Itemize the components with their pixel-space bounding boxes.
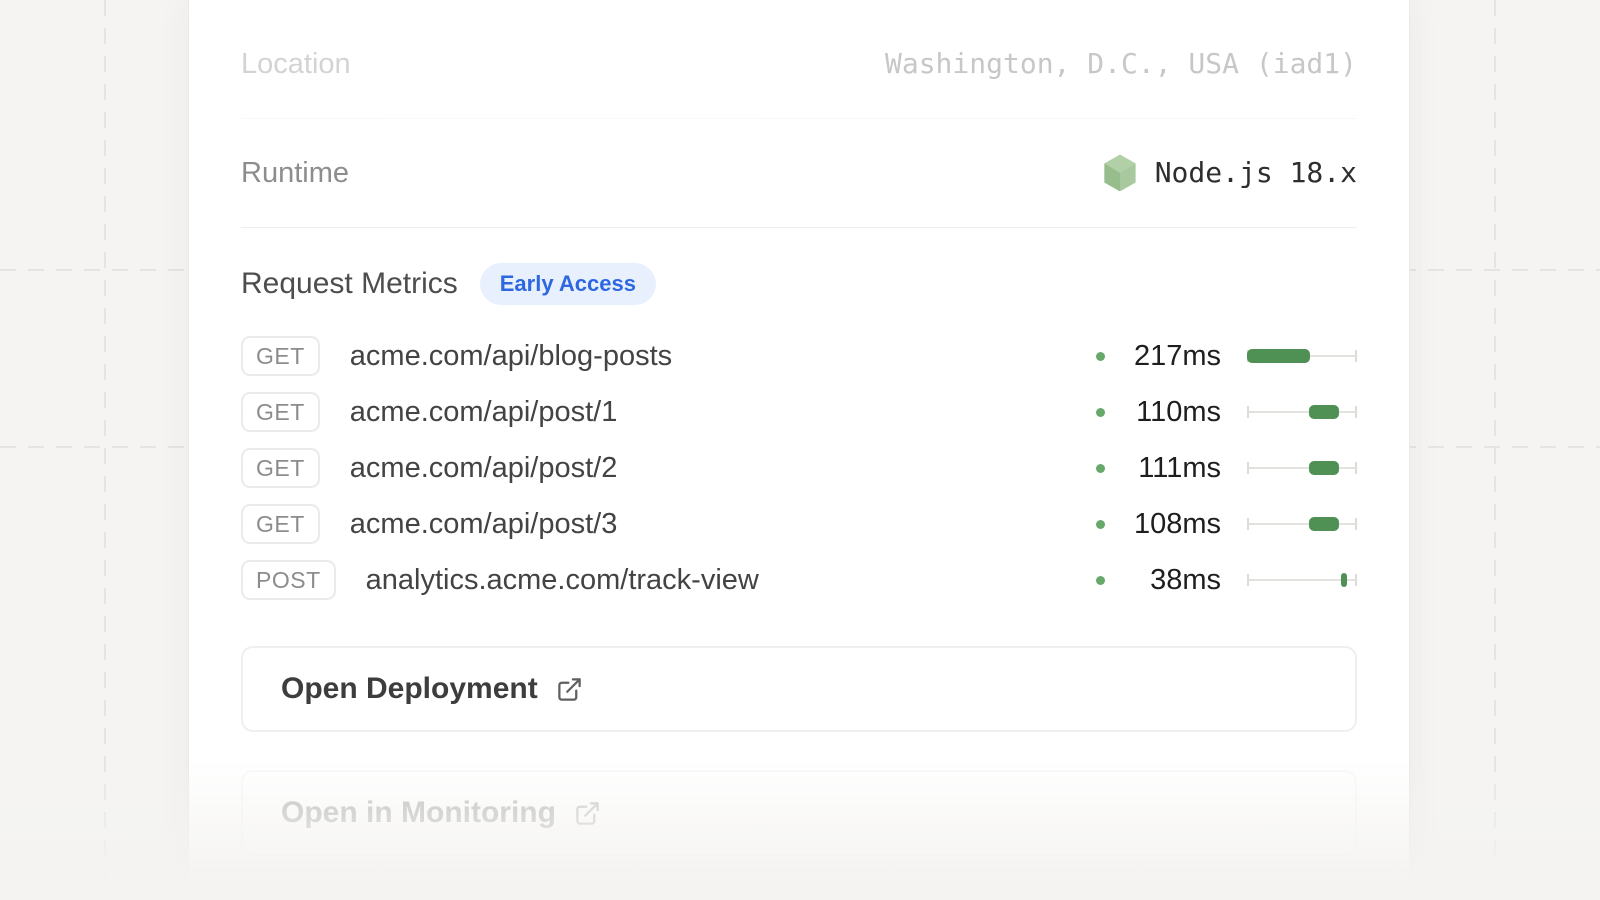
- request-url: acme.com/api/post/2: [350, 452, 618, 485]
- request-url: analytics.acme.com/track-view: [366, 564, 759, 597]
- timeline-bar: [1309, 517, 1340, 531]
- timeline-bar: [1341, 573, 1348, 587]
- request-timeline-track: [1247, 348, 1357, 364]
- timeline-bar: [1309, 461, 1340, 475]
- location-value: Washington, D.C., USA (iad1): [885, 42, 1357, 86]
- location-label: Location: [241, 42, 351, 86]
- method-badge: GET: [241, 448, 320, 488]
- request-metrics-title: Request Metrics: [241, 262, 458, 306]
- location-row: Location Washington, D.C., USA (iad1): [241, 10, 1357, 119]
- request-duration: 110ms: [1115, 396, 1221, 429]
- request-timeline-track: [1247, 404, 1357, 420]
- runtime-row: Runtime Node.js 18.x: [241, 119, 1357, 228]
- grid-line-vertical-left: [104, 0, 106, 900]
- request-url: acme.com/api/post/1: [350, 396, 618, 429]
- external-link-icon: [574, 800, 601, 827]
- track-start-tick: [1247, 518, 1249, 530]
- request-timeline-track: [1247, 572, 1357, 588]
- deployment-details-panel: Location Washington, D.C., USA (iad1) Ru…: [188, 0, 1410, 900]
- request-list: GET acme.com/api/blog-posts 217ms GET ac…: [241, 328, 1357, 608]
- external-link-icon: [556, 676, 583, 703]
- request-duration: 38ms: [1115, 564, 1221, 597]
- request-timing-group: 38ms: [1096, 564, 1357, 597]
- request-url: acme.com/api/post/3: [350, 508, 618, 541]
- status-dot: [1096, 352, 1105, 361]
- runtime-value-group: Node.js 18.x: [1103, 151, 1357, 195]
- open-in-monitoring-button[interactable]: Open in Monitoring: [241, 770, 1357, 856]
- status-dot: [1096, 520, 1105, 529]
- runtime-label: Runtime: [241, 151, 349, 195]
- timeline-bar: [1247, 349, 1310, 363]
- request-row[interactable]: POST analytics.acme.com/track-view 38ms: [241, 552, 1357, 608]
- method-badge: GET: [241, 392, 320, 432]
- request-timing-group: 108ms: [1096, 508, 1357, 541]
- status-dot: [1096, 464, 1105, 473]
- request-timing-group: 110ms: [1096, 396, 1357, 429]
- request-timeline-track: [1247, 516, 1357, 532]
- track-end-tick: [1355, 518, 1357, 530]
- track-start-tick: [1247, 574, 1249, 586]
- open-deployment-label: Open Deployment: [281, 672, 538, 706]
- request-row[interactable]: GET acme.com/api/post/2 111ms: [241, 440, 1357, 496]
- track-start-tick: [1247, 406, 1249, 418]
- track-end-tick: [1355, 406, 1357, 418]
- request-duration: 111ms: [1115, 452, 1221, 485]
- request-duration: 217ms: [1115, 340, 1221, 373]
- request-timing-group: 217ms: [1096, 340, 1357, 373]
- request-row[interactable]: GET acme.com/api/post/1 110ms: [241, 384, 1357, 440]
- runtime-value: Node.js 18.x: [1155, 151, 1357, 195]
- method-badge: GET: [241, 504, 320, 544]
- request-metrics-header: Request Metrics Early Access: [241, 262, 1357, 306]
- grid-line-vertical-right: [1494, 0, 1496, 900]
- open-in-monitoring-label: Open in Monitoring: [281, 796, 556, 830]
- track-end-tick: [1355, 574, 1357, 586]
- request-duration: 108ms: [1115, 508, 1221, 541]
- open-deployment-button[interactable]: Open Deployment: [241, 646, 1357, 732]
- request-timing-group: 111ms: [1096, 452, 1357, 485]
- request-row[interactable]: GET acme.com/api/post/3 108ms: [241, 496, 1357, 552]
- method-badge: POST: [241, 560, 336, 600]
- early-access-badge: Early Access: [480, 263, 656, 305]
- status-dot: [1096, 576, 1105, 585]
- request-row[interactable]: GET acme.com/api/blog-posts 217ms: [241, 328, 1357, 384]
- request-timeline-track: [1247, 460, 1357, 476]
- track-end-tick: [1355, 350, 1357, 362]
- method-badge: GET: [241, 336, 320, 376]
- nodejs-hexagon-icon: [1103, 154, 1137, 192]
- status-dot: [1096, 408, 1105, 417]
- request-url: acme.com/api/blog-posts: [350, 340, 672, 373]
- track-end-tick: [1355, 462, 1357, 474]
- track-start-tick: [1247, 462, 1249, 474]
- timeline-bar: [1309, 405, 1340, 419]
